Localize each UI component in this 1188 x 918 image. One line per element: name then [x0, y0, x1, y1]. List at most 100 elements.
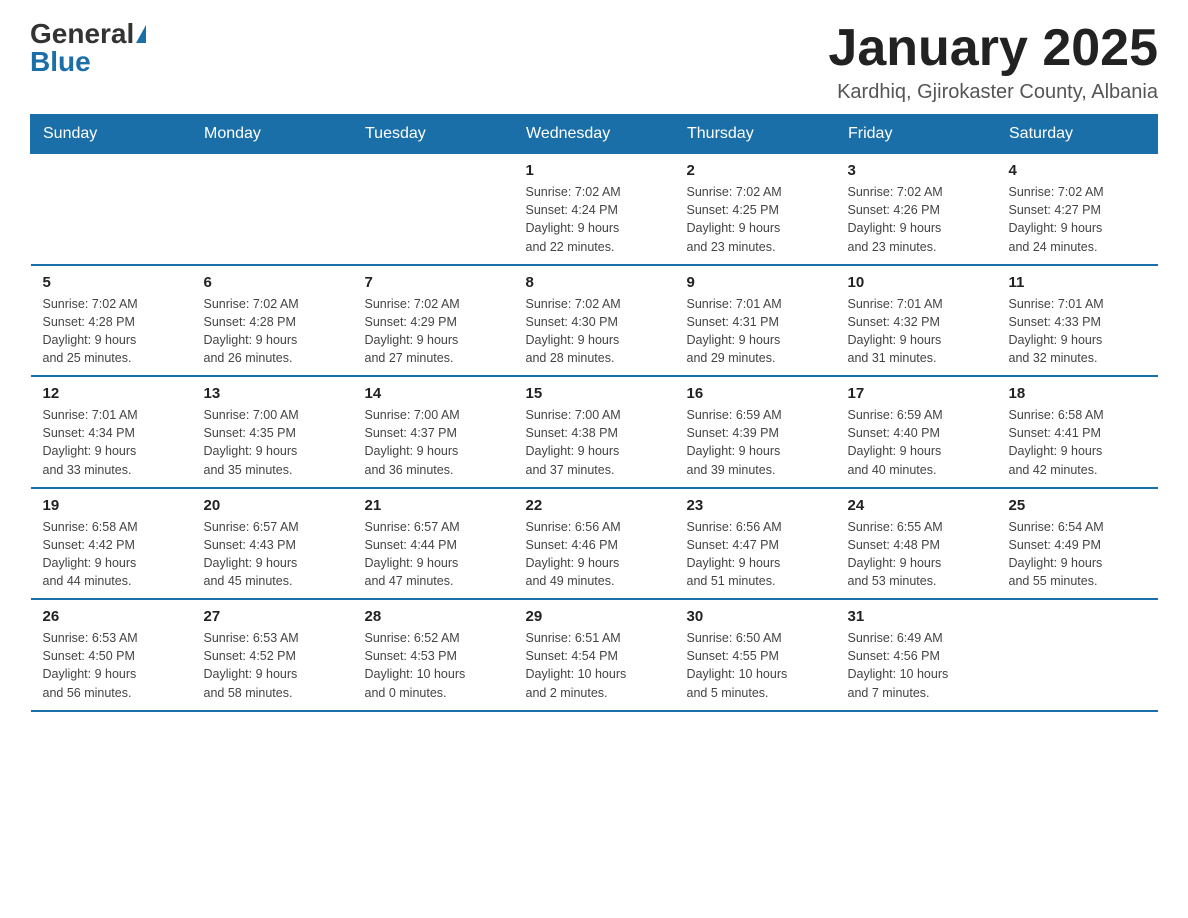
day-number: 18	[1009, 385, 1146, 402]
day-number: 15	[526, 385, 663, 402]
calendar-cell: 21 Sunrise: 6:57 AMSunset: 4:44 PMDayligh…	[353, 488, 514, 600]
logo: General Blue	[30, 20, 146, 76]
day-info: Sunrise: 7:02 AMSunset: 4:26 PMDaylight:…	[848, 183, 985, 256]
day-number: 31	[848, 608, 985, 625]
day-info: Sunrise: 6:53 AMSunset: 4:50 PMDaylight:…	[43, 629, 180, 702]
day-info: Sunrise: 7:01 AMSunset: 4:33 PMDaylight:…	[1009, 295, 1146, 368]
calendar-cell: 22 Sunrise: 6:56 AMSunset: 4:46 PMDayligh…	[514, 488, 675, 600]
calendar-cell: 12 Sunrise: 7:01 AMSunset: 4:34 PMDayligh…	[31, 376, 192, 488]
calendar-cell: 3 Sunrise: 7:02 AMSunset: 4:26 PMDaylight…	[836, 154, 997, 265]
day-info: Sunrise: 6:56 AMSunset: 4:46 PMDaylight:…	[526, 518, 663, 591]
calendar-cell	[353, 154, 514, 265]
title-section: January 2025 Kardhiq, Gjirokaster County…	[828, 20, 1158, 104]
day-number: 7	[365, 274, 502, 291]
day-number: 23	[687, 497, 824, 514]
page-header: General Blue January 2025 Kardhiq, Gjiro…	[30, 20, 1158, 104]
logo-triangle-icon	[136, 25, 146, 43]
day-info: Sunrise: 7:02 AMSunset: 4:25 PMDaylight:…	[687, 183, 824, 256]
calendar-header-cell-friday: Friday	[836, 115, 997, 154]
day-info: Sunrise: 7:02 AMSunset: 4:30 PMDaylight:…	[526, 295, 663, 368]
day-number: 12	[43, 385, 180, 402]
calendar-cell: 1 Sunrise: 7:02 AMSunset: 4:24 PMDaylight…	[514, 154, 675, 265]
calendar-header-cell-tuesday: Tuesday	[353, 115, 514, 154]
calendar-cell: 20Sunrise: 6:57 AMSunset: 4:43 PMDayligh…	[192, 488, 353, 600]
day-info: Sunrise: 6:49 AMSunset: 4:56 PMDaylight:…	[848, 629, 985, 702]
day-info: Sunrise: 6:58 AMSunset: 4:42 PMDaylight:…	[43, 518, 180, 591]
day-number: 29	[526, 608, 663, 625]
calendar-cell: 23Sunrise: 6:56 AMSunset: 4:47 PMDayligh…	[675, 488, 836, 600]
calendar-cell: 8 Sunrise: 7:02 AMSunset: 4:30 PMDaylight…	[514, 265, 675, 377]
day-number: 26	[43, 608, 180, 625]
logo-blue-text: Blue	[30, 48, 91, 76]
day-info: Sunrise: 7:02 AMSunset: 4:24 PMDaylight:…	[526, 183, 663, 256]
day-number: 1	[526, 162, 663, 179]
calendar-week-row: 5 Sunrise: 7:02 AMSunset: 4:28 PMDaylight…	[31, 265, 1158, 377]
calendar-cell: 28 Sunrise: 6:52 AMSunset: 4:53 PMDayligh…	[353, 599, 514, 711]
day-number: 27	[204, 608, 341, 625]
day-info: Sunrise: 6:54 AMSunset: 4:49 PMDaylight:…	[1009, 518, 1146, 591]
calendar-week-row: 1 Sunrise: 7:02 AMSunset: 4:24 PMDaylight…	[31, 154, 1158, 265]
calendar-cell: 18 Sunrise: 6:58 AMSunset: 4:41 PMDayligh…	[997, 376, 1158, 488]
day-number: 22	[526, 497, 663, 514]
day-info: Sunrise: 7:01 AMSunset: 4:31 PMDaylight:…	[687, 295, 824, 368]
calendar-header-cell-saturday: Saturday	[997, 115, 1158, 154]
day-info: Sunrise: 7:02 AMSunset: 4:28 PMDaylight:…	[204, 295, 341, 368]
day-info: Sunrise: 6:59 AMSunset: 4:40 PMDaylight:…	[848, 406, 985, 479]
calendar-cell: 25Sunrise: 6:54 AMSunset: 4:49 PMDayligh…	[997, 488, 1158, 600]
calendar-cell: 17 Sunrise: 6:59 AMSunset: 4:40 PMDayligh…	[836, 376, 997, 488]
calendar-cell: 26 Sunrise: 6:53 AMSunset: 4:50 PMDayligh…	[31, 599, 192, 711]
calendar-cell: 7 Sunrise: 7:02 AMSunset: 4:29 PMDaylight…	[353, 265, 514, 377]
day-info: Sunrise: 6:52 AMSunset: 4:53 PMDaylight:…	[365, 629, 502, 702]
location-subtitle: Kardhiq, Gjirokaster County, Albania	[828, 81, 1158, 104]
calendar-cell	[192, 154, 353, 265]
calendar-header-cell-monday: Monday	[192, 115, 353, 154]
calendar-cell: 27 Sunrise: 6:53 AMSunset: 4:52 PMDayligh…	[192, 599, 353, 711]
calendar-cell: 9 Sunrise: 7:01 AMSunset: 4:31 PMDaylight…	[675, 265, 836, 377]
calendar-table: SundayMondayTuesdayWednesdayThursdayFrid…	[30, 114, 1158, 712]
day-number: 28	[365, 608, 502, 625]
calendar-cell	[31, 154, 192, 265]
day-number: 3	[848, 162, 985, 179]
day-number: 11	[1009, 274, 1146, 291]
day-info: Sunrise: 6:55 AMSunset: 4:48 PMDaylight:…	[848, 518, 985, 591]
day-number: 9	[687, 274, 824, 291]
calendar-week-row: 12 Sunrise: 7:01 AMSunset: 4:34 PMDayligh…	[31, 376, 1158, 488]
day-number: 5	[43, 274, 180, 291]
day-number: 14	[365, 385, 502, 402]
day-number: 6	[204, 274, 341, 291]
calendar-week-row: 19 Sunrise: 6:58 AMSunset: 4:42 PMDayligh…	[31, 488, 1158, 600]
day-info: Sunrise: 6:59 AMSunset: 4:39 PMDaylight:…	[687, 406, 824, 479]
day-number: 30	[687, 608, 824, 625]
calendar-cell	[997, 599, 1158, 711]
calendar-header-cell-sunday: Sunday	[31, 115, 192, 154]
calendar-cell: 24 Sunrise: 6:55 AMSunset: 4:48 PMDayligh…	[836, 488, 997, 600]
month-title: January 2025	[828, 20, 1158, 77]
calendar-cell: 10Sunrise: 7:01 AMSunset: 4:32 PMDayligh…	[836, 265, 997, 377]
calendar-week-row: 26 Sunrise: 6:53 AMSunset: 4:50 PMDayligh…	[31, 599, 1158, 711]
calendar-cell: 19 Sunrise: 6:58 AMSunset: 4:42 PMDayligh…	[31, 488, 192, 600]
calendar-cell: 30Sunrise: 6:50 AMSunset: 4:55 PMDayligh…	[675, 599, 836, 711]
day-number: 21	[365, 497, 502, 514]
day-info: Sunrise: 6:53 AMSunset: 4:52 PMDaylight:…	[204, 629, 341, 702]
day-number: 2	[687, 162, 824, 179]
calendar-body: 1 Sunrise: 7:02 AMSunset: 4:24 PMDaylight…	[31, 154, 1158, 711]
day-info: Sunrise: 7:02 AMSunset: 4:29 PMDaylight:…	[365, 295, 502, 368]
day-number: 17	[848, 385, 985, 402]
calendar-header-cell-thursday: Thursday	[675, 115, 836, 154]
day-number: 4	[1009, 162, 1146, 179]
day-info: Sunrise: 7:00 AMSunset: 4:37 PMDaylight:…	[365, 406, 502, 479]
calendar-cell: 31 Sunrise: 6:49 AMSunset: 4:56 PMDayligh…	[836, 599, 997, 711]
day-number: 24	[848, 497, 985, 514]
day-number: 20	[204, 497, 341, 514]
calendar-cell: 29Sunrise: 6:51 AMSunset: 4:54 PMDayligh…	[514, 599, 675, 711]
day-number: 13	[204, 385, 341, 402]
day-number: 16	[687, 385, 824, 402]
day-info: Sunrise: 6:57 AMSunset: 4:44 PMDaylight:…	[365, 518, 502, 591]
day-info: Sunrise: 6:58 AMSunset: 4:41 PMDaylight:…	[1009, 406, 1146, 479]
day-number: 19	[43, 497, 180, 514]
calendar-cell: 2 Sunrise: 7:02 AMSunset: 4:25 PMDaylight…	[675, 154, 836, 265]
day-number: 8	[526, 274, 663, 291]
calendar-cell: 4Sunrise: 7:02 AMSunset: 4:27 PMDaylight…	[997, 154, 1158, 265]
day-number: 10	[848, 274, 985, 291]
day-info: Sunrise: 7:01 AMSunset: 4:34 PMDaylight:…	[43, 406, 180, 479]
